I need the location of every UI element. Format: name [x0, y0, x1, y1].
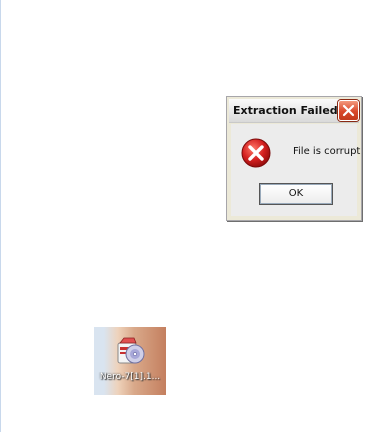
installer-package-icon — [117, 337, 145, 364]
error-icon — [241, 138, 271, 168]
desktop: Extraction Failed File is corrupt OK Ner… — [0, 0, 376, 432]
desktop-file-icon[interactable]: Nero-7[1].1... — [94, 327, 166, 395]
window-edge — [0, 0, 1, 432]
desktop-icon-label: Nero-7[1].1... — [99, 372, 161, 382]
close-icon — [342, 104, 355, 117]
dialog-message: File is corrupt — [293, 146, 361, 157]
close-button[interactable] — [338, 100, 359, 121]
dialog-titlebar[interactable]: Extraction Failed — [229, 99, 359, 123]
extraction-failed-dialog: Extraction Failed File is corrupt OK — [226, 96, 362, 221]
dialog-body: File is corrupt OK — [231, 124, 361, 216]
dialog-title: Extraction Failed — [233, 104, 338, 117]
ok-button[interactable]: OK — [259, 183, 333, 205]
